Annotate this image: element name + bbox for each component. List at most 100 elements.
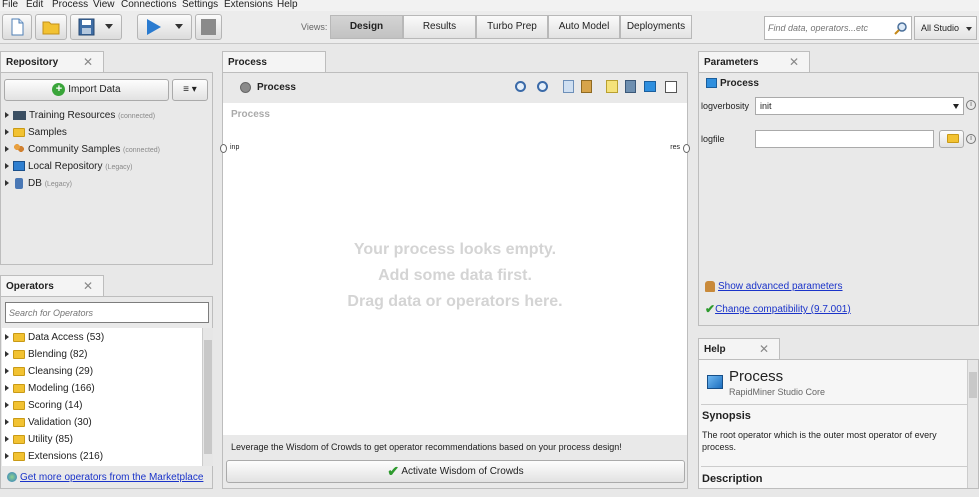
stop-process-button[interactable] <box>195 14 222 40</box>
change-compatibility-link[interactable]: Change compatibility (9.7.001) <box>715 304 851 315</box>
main-toolbar: Views: Design Results Turbo Prep Auto Mo… <box>0 11 979 44</box>
expand-arrow-icon[interactable] <box>5 419 9 426</box>
folder-icon <box>13 434 25 444</box>
expand-arrow-icon[interactable] <box>5 436 9 443</box>
menu-process[interactable]: Process <box>52 0 88 11</box>
synopsis-heading: Synopsis <box>702 410 751 422</box>
info-icon[interactable]: i <box>966 134 976 144</box>
repo-item-local-repository[interactable]: Local Repository (Legacy) <box>5 158 133 175</box>
operator-group-scoring[interactable]: Scoring (14) <box>5 397 82 414</box>
scrollbar-thumb[interactable] <box>969 372 977 398</box>
search-icon[interactable] <box>894 21 908 35</box>
operator-group-modeling[interactable]: Modeling (166) <box>5 380 95 397</box>
zoom-out-icon[interactable] <box>537 81 548 92</box>
expand-arrow-icon[interactable] <box>5 402 9 409</box>
expand-arrow-icon[interactable] <box>5 112 9 119</box>
global-search-input[interactable] <box>765 17 889 39</box>
repository-menu-button[interactable]: ≡ ▾ <box>172 79 208 101</box>
folder-icon <box>13 451 25 461</box>
tab-help[interactable]: Help ✕ <box>698 338 780 360</box>
chevron-down-icon[interactable] <box>175 24 183 29</box>
global-search-field[interactable] <box>764 16 912 40</box>
expand-arrow-icon[interactable] <box>5 334 9 341</box>
copy-icon[interactable] <box>563 80 574 93</box>
menu-settings[interactable]: Settings <box>182 0 218 11</box>
chevron-down-icon <box>953 104 959 109</box>
operator-search-input[interactable] <box>5 302 209 323</box>
plus-icon: + <box>52 82 66 96</box>
operator-tree-scrollbar[interactable] <box>202 328 213 466</box>
repo-item-samples[interactable]: Samples <box>5 124 67 141</box>
paste-icon[interactable] <box>581 80 592 93</box>
menu-connections[interactable]: Connections <box>121 0 177 11</box>
tab-process[interactable]: Process <box>222 51 326 73</box>
logfile-label: logfile <box>701 134 725 144</box>
menu-help[interactable]: Help <box>277 0 298 11</box>
expand-arrow-icon[interactable] <box>5 163 9 170</box>
menu-view[interactable]: View <box>93 0 115 11</box>
logfile-input[interactable] <box>755 130 934 148</box>
close-icon[interactable]: ✕ <box>759 339 769 360</box>
expand-arrow-icon[interactable] <box>5 129 9 136</box>
process-operator-icon <box>706 78 717 88</box>
save-process-button[interactable] <box>70 14 122 40</box>
expand-arrow-icon[interactable] <box>5 453 9 460</box>
add-note-icon[interactable] <box>606 80 618 93</box>
output-port[interactable] <box>683 144 690 153</box>
close-icon[interactable]: ✕ <box>83 52 93 73</box>
operator-group-utility[interactable]: Utility (85) <box>5 431 73 448</box>
tab-operators[interactable]: Operators ✕ <box>0 275 104 297</box>
tab-parameters[interactable]: Parameters ✕ <box>698 51 810 73</box>
operator-group-data-access[interactable]: Data Access (53) <box>5 329 104 346</box>
operator-group-extensions[interactable]: Extensions (216) <box>5 448 103 465</box>
expand-arrow-icon[interactable] <box>5 180 9 187</box>
run-process-button[interactable] <box>137 14 192 40</box>
info-icon[interactable]: i <box>966 100 976 110</box>
repo-item-db[interactable]: DB (Legacy) <box>5 175 72 192</box>
input-port[interactable] <box>220 144 227 153</box>
folder-icon <box>13 417 25 427</box>
menu-extensions[interactable]: Extensions <box>224 0 273 11</box>
open-process-button[interactable] <box>35 14 67 40</box>
expand-arrow-icon[interactable] <box>5 351 9 358</box>
view-design[interactable]: Design <box>330 15 403 39</box>
close-icon[interactable]: ✕ <box>83 276 93 297</box>
show-advanced-link[interactable]: Show advanced parameters <box>718 281 843 292</box>
menu-edit[interactable]: Edit <box>26 0 43 11</box>
repo-item-community-samples[interactable]: Community Samples (connected) <box>5 141 160 158</box>
close-icon[interactable]: ✕ <box>789 52 799 73</box>
marketplace-link[interactable]: Get more operators from the Marketplace <box>20 472 203 483</box>
menu-file[interactable]: File <box>2 0 18 11</box>
view-deployments[interactable]: Deployments <box>620 15 692 39</box>
tab-repository[interactable]: Repository ✕ <box>0 51 104 73</box>
chevron-down-icon[interactable] <box>105 24 113 29</box>
view-results[interactable]: Results <box>403 15 476 39</box>
process-operator-icon <box>707 375 723 389</box>
view-auto-model[interactable]: Auto Model <box>548 15 620 39</box>
expand-arrow-icon[interactable] <box>5 146 9 153</box>
operator-group-validation[interactable]: Validation (30) <box>5 414 92 431</box>
help-scrollbar[interactable] <box>967 360 978 488</box>
fit-view-icon[interactable] <box>665 81 677 93</box>
arrange-operators-icon[interactable] <box>644 81 656 92</box>
expand-arrow-icon[interactable] <box>5 385 9 392</box>
view-turbo-prep[interactable]: Turbo Prep <box>476 15 548 39</box>
new-process-button[interactable] <box>2 14 32 40</box>
expand-arrow-icon[interactable] <box>5 368 9 375</box>
folder-icon <box>13 383 25 393</box>
zoom-in-icon[interactable] <box>515 81 526 92</box>
search-scope-select[interactable]: All Studio <box>914 16 977 40</box>
operator-group-cleansing[interactable]: Cleansing (29) <box>5 363 93 380</box>
process-canvas[interactable]: Process inp res Your process looks empty… <box>220 103 690 435</box>
browse-file-button[interactable] <box>939 130 964 148</box>
import-data-button[interactable]: + Import Data <box>4 79 169 101</box>
operator-group-blending[interactable]: Blending (82) <box>5 346 87 363</box>
logverbosity-select[interactable]: init <box>755 97 964 115</box>
repo-item-training-resources[interactable]: Training Resources (connected) <box>5 107 155 124</box>
activate-wisdom-button[interactable]: ✔ Activate Wisdom of Crowds <box>226 460 685 483</box>
globe-icon <box>7 472 17 483</box>
save-icon <box>78 18 95 36</box>
auto-wire-icon[interactable] <box>625 80 636 93</box>
scrollbar-thumb[interactable] <box>204 340 212 454</box>
process-breadcrumb[interactable]: Process <box>257 82 296 93</box>
